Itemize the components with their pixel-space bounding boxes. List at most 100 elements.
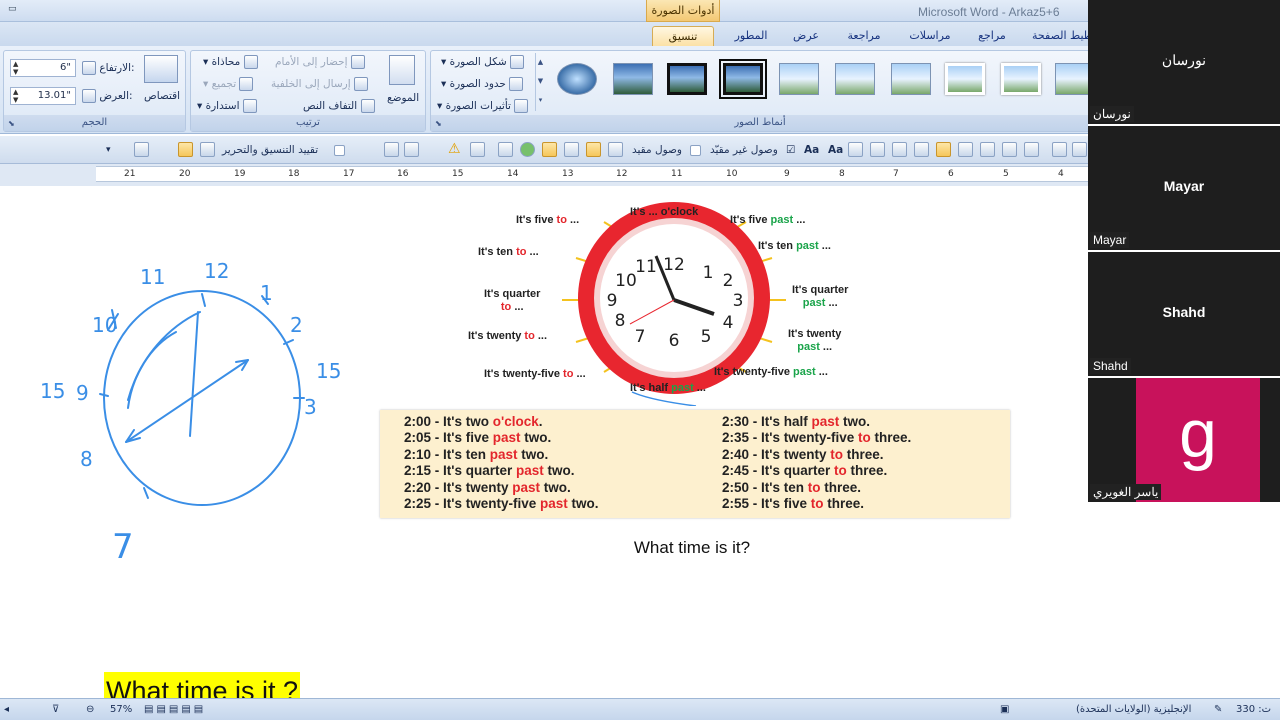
style-thumb-selected[interactable] — [719, 59, 767, 99]
ruler-number: 10 — [726, 169, 738, 179]
toolbar-icon[interactable] — [384, 142, 399, 157]
toolbar-icon[interactable] — [542, 142, 557, 157]
linked-button[interactable]: وصول مقيد — [632, 141, 682, 159]
toolbar-icon[interactable] — [178, 142, 193, 157]
checkbox[interactable] — [334, 145, 345, 156]
zoom-slider-thumb-icon[interactable]: ⊽ — [52, 702, 59, 718]
tab-references[interactable]: مراجع — [972, 26, 1012, 46]
toolbar-icon[interactable] — [1052, 142, 1067, 157]
send-back-button[interactable]: إرسال إلى الخلفية — [271, 75, 368, 93]
dialog-launcher-icon[interactable]: ⬊ — [435, 119, 444, 128]
participant-tile[interactable]: g ياسر الغويري — [1088, 378, 1280, 502]
style-thumb-black-frame[interactable] — [667, 63, 707, 95]
restrict-editing-button[interactable]: تقييد التنسيق والتحرير — [222, 141, 318, 159]
participant-tile[interactable]: Mayar Mayar — [1088, 126, 1280, 250]
toolbar-icon[interactable] — [848, 142, 863, 157]
language-indicator[interactable]: الإنجليزية (الولايات المتحدة) — [1076, 702, 1191, 718]
circle-icon[interactable] — [520, 142, 535, 157]
spellcheck-icon[interactable]: ✎ — [1214, 702, 1222, 718]
toolbar-icon[interactable] — [870, 142, 885, 157]
position-button[interactable]: الموضع — [387, 89, 419, 107]
toolbar-icon[interactable] — [1002, 142, 1017, 157]
view-buttons[interactable]: ▤▤▤▤▤ — [144, 702, 228, 718]
toolbar-icon[interactable] — [498, 142, 513, 157]
horizontal-ruler[interactable]: 21 20 19 18 17 16 15 14 13 12 11 10 9 8 … — [96, 166, 1088, 182]
dialog-launcher-icon[interactable]: ⬊ — [8, 119, 17, 128]
status-bar: ◂ ⊽ ⊖ 57% ▤▤▤▤▤ ▣ الإنجليزية (الولايات ا… — [0, 698, 1280, 720]
tab-view[interactable]: عرض — [786, 26, 826, 46]
unlinked-button[interactable]: وصول غير مقيّد — [710, 141, 778, 159]
toolbar-icon[interactable] — [1072, 142, 1087, 157]
font-aa-small-icon[interactable]: Aa — [828, 141, 843, 159]
tab-page-layout[interactable]: خطيط الصفحة — [1032, 26, 1088, 46]
style-thumb-partial[interactable] — [1055, 63, 1088, 95]
size-group-label: الحجم — [4, 115, 185, 131]
clock-number: 9 — [607, 291, 618, 311]
toolbar-icon[interactable] — [404, 142, 419, 157]
style-thumb-white-frame[interactable] — [945, 63, 985, 95]
toolbar-icon[interactable] — [892, 142, 907, 157]
spin-arrows-icon[interactable]: ▲ ▼ — [13, 88, 18, 104]
text-icon[interactable] — [586, 142, 601, 157]
tab-developer[interactable]: المطور — [726, 26, 776, 46]
clock-image[interactable]: 12 1 2 3 4 5 6 7 8 9 10 11 It's ... o'cl… — [460, 186, 880, 406]
participant-tile[interactable]: نورسان نورسان — [1088, 0, 1280, 124]
crop-icon[interactable] — [144, 55, 178, 83]
toolbar-icon[interactable] — [980, 142, 995, 157]
arrange-group-label: ترتيب — [191, 115, 425, 131]
bring-front-button[interactable]: إحضار إلى الأمام — [275, 53, 365, 71]
pen-icon[interactable] — [608, 142, 623, 157]
crop-button[interactable]: اقتصاص — [144, 87, 180, 105]
width-label: العرض: — [82, 87, 133, 105]
tab-mailings[interactable]: مراسلات — [900, 26, 960, 46]
gallery-scroll[interactable]: ▲ ▼ ▾ — [535, 53, 545, 111]
style-thumb-oval[interactable] — [557, 63, 597, 95]
style-thumb-soft[interactable] — [779, 63, 819, 95]
checked-checkbox-icon[interactable]: ☑ — [786, 141, 795, 159]
rotate-button[interactable]: ▾ استدارة — [197, 97, 257, 115]
text-wrap-icon — [360, 99, 375, 113]
restrict-icon[interactable] — [200, 142, 215, 157]
position-icon[interactable] — [389, 55, 415, 85]
width-input[interactable]: ▲ ▼ 13.01" — [10, 87, 76, 105]
quick-access-icon[interactable]: ▭ — [8, 4, 22, 16]
font-aa-icon[interactable]: Aa — [804, 141, 819, 159]
zoom-level[interactable]: 57% — [110, 702, 132, 718]
hand-number: 3 — [304, 395, 317, 419]
clock-number: 8 — [615, 311, 626, 331]
text-wrap-button[interactable]: التفاف النص — [303, 97, 375, 115]
align-button[interactable]: ▾ محاذاة — [203, 53, 258, 71]
warning-icon[interactable]: ⚠ — [448, 142, 463, 157]
macro-icon[interactable]: ▣ — [1000, 702, 1009, 718]
style-thumb[interactable] — [613, 63, 653, 95]
height-input[interactable]: ▲ ▼ 6" — [10, 59, 76, 77]
picture-border-button[interactable]: ▾ حدود الصورة — [441, 75, 524, 93]
toolbar-icon[interactable] — [936, 142, 951, 157]
toolbar-icon[interactable] — [564, 142, 579, 157]
toolbar-options-icon[interactable]: ▾ — [106, 141, 111, 159]
tab-format[interactable]: تنسيق — [652, 26, 714, 46]
toolbar-icon[interactable] — [1024, 142, 1039, 157]
group-button[interactable]: ▾ تجميع — [203, 75, 254, 93]
checkbox[interactable] — [690, 145, 701, 156]
style-thumb-shadow[interactable] — [891, 63, 931, 95]
document-page[interactable]: 11 12 1 2 3 10 9 8 7 15 15 12 1 2 3 4 5 … — [0, 186, 1088, 698]
style-thumb-white-frame-2[interactable] — [1001, 63, 1041, 95]
spin-arrows-icon[interactable]: ▲ ▼ — [13, 60, 18, 76]
style-thumb-reflection[interactable] — [835, 63, 875, 95]
toolbar-icon[interactable] — [914, 142, 929, 157]
zoom-out-icon[interactable]: ⊖ — [86, 702, 94, 718]
tab-review[interactable]: مراجعة — [838, 26, 890, 46]
picture-shape-button[interactable]: ▾ شكل الصورة — [441, 53, 525, 71]
toolbar-icon[interactable] — [134, 142, 149, 157]
table-row: 2:05 - It's five past two. — [404, 430, 552, 445]
toolbar-icon[interactable] — [470, 142, 485, 157]
page-indicator[interactable]: 330 :ت — [1236, 702, 1271, 718]
toolbar-icon[interactable] — [958, 142, 973, 157]
picture-effects-button[interactable]: ▾ تأثيرات الصورة — [437, 97, 529, 115]
label-quarter-to: It's quarter to ... — [484, 288, 541, 313]
scroll-left-icon[interactable]: ◂ — [4, 702, 9, 718]
table-row: 2:10 - It's ten past two. — [404, 447, 549, 462]
participant-tile[interactable]: Shahd Shahd — [1088, 252, 1280, 376]
ruler-number: 21 — [124, 169, 136, 179]
